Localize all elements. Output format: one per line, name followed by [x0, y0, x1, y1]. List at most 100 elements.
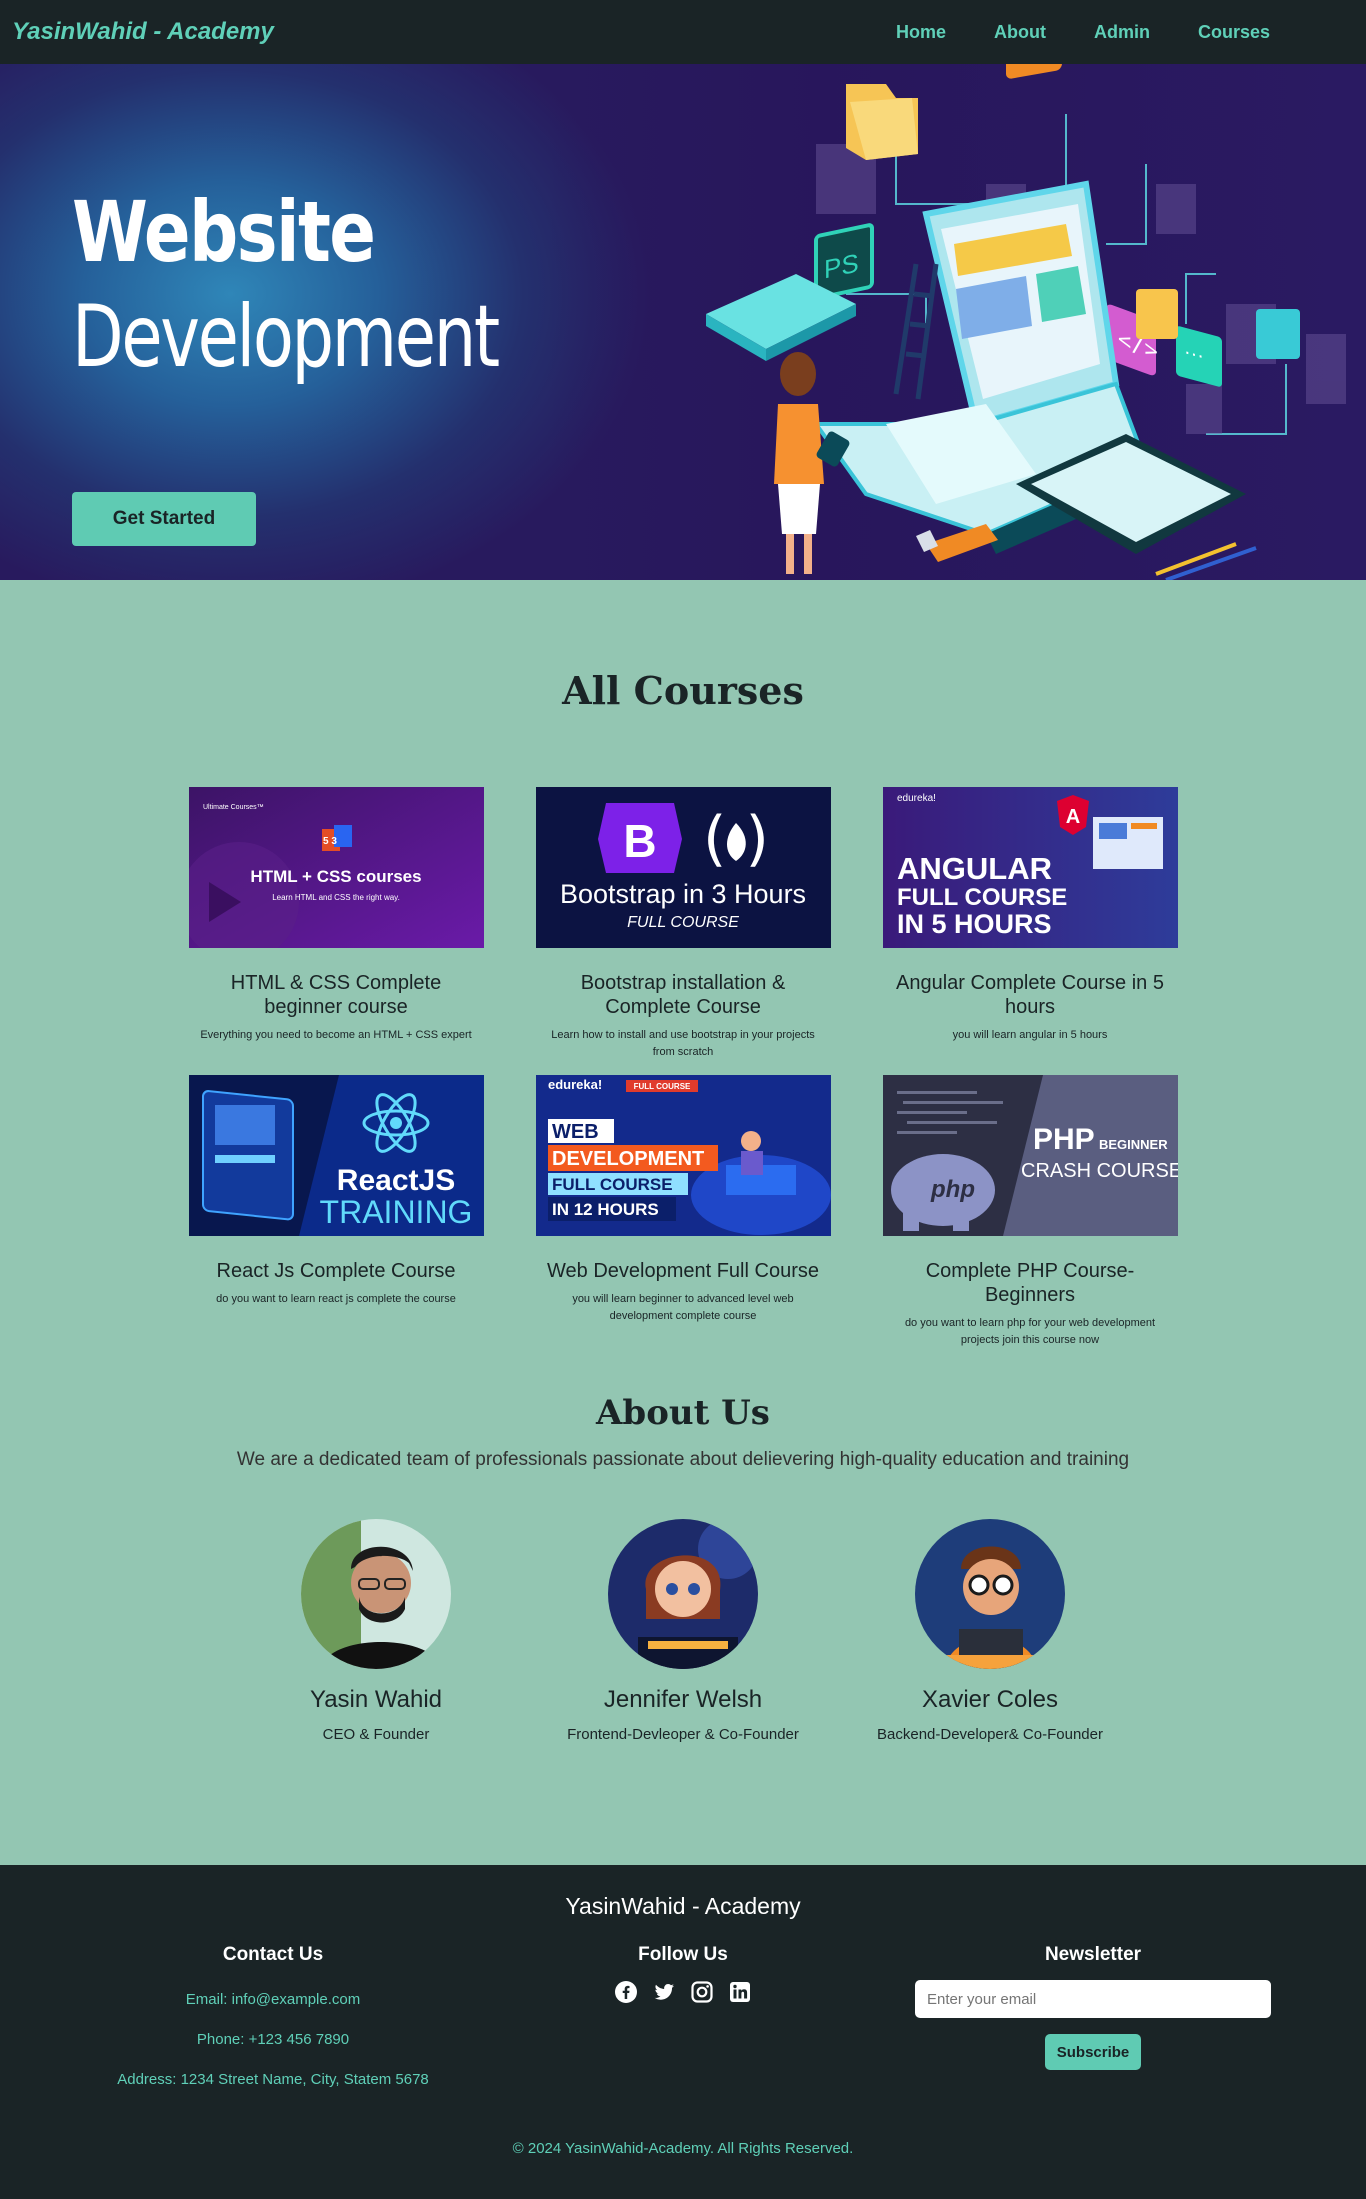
course-card[interactable]: B ( ) Bootstrap in 3 Hours FULL COURSE B…: [535, 787, 831, 1061]
hero-title-line2: Development: [72, 287, 500, 387]
course-thumbnail[interactable]: edureka! FULL COURSE WEB DEVELOPMENT FUL…: [535, 1075, 831, 1236]
hero-illustration: Ai </> ··· PS: [706, 64, 1346, 580]
brand-logo[interactable]: YasinWahid - Academy: [12, 18, 274, 46]
course-card[interactable]: php PHP BEGINNER CRASH COURSE Complete P…: [882, 1075, 1182, 1349]
course-description: do you want to learn react js complete t…: [216, 1293, 456, 1305]
newsletter-email-input[interactable]: [915, 1980, 1271, 2018]
contact-address: Address: 1234 Street Name, City, Statem …: [117, 2071, 429, 2088]
instagram-icon[interactable]: [690, 1980, 714, 2004]
course-title[interactable]: Complete PHP Course- Beginners: [883, 1259, 1178, 1307]
svg-text:A: A: [1065, 806, 1079, 828]
svg-text:edureka!: edureka!: [897, 793, 936, 804]
svg-text:FULL COURSE: FULL COURSE: [627, 914, 739, 931]
about-heading: About Us: [596, 1393, 770, 1433]
course-card[interactable]: Ultimate Courses™ 5 3 HTML + CSS courses…: [178, 787, 484, 1061]
photoshop-icon: PS: [814, 223, 874, 300]
get-started-button[interactable]: Get Started: [72, 492, 256, 546]
newsletter-column: Newsletter Subscribe: [903, 1944, 1283, 2100]
hero-heading: Website Development: [72, 182, 618, 392]
folder-icon: [846, 84, 918, 160]
contact-heading: Contact Us: [222, 1944, 324, 1965]
course-card[interactable]: edureka! FULL COURSE WEB DEVELOPMENT FUL…: [535, 1075, 831, 1349]
svg-text:DEVELOPMENT: DEVELOPMENT: [552, 1148, 704, 1170]
chat-icon: ···: [1176, 326, 1222, 387]
social-links: [493, 1980, 873, 2004]
nav-link-courses[interactable]: Courses: [1198, 22, 1270, 43]
member-name: Jennifer Welsh: [603, 1686, 763, 1713]
svg-text:IN 5 HOURS: IN 5 HOURS: [897, 909, 1052, 939]
course-description: Learn how to install and use bootstrap i…: [551, 1029, 815, 1058]
member-role: CEO & Founder: [322, 1726, 430, 1743]
nav-link-about[interactable]: About: [994, 22, 1046, 43]
course-description: you will learn angular in 5 hours: [952, 1029, 1108, 1041]
svg-text:php: php: [930, 1176, 975, 1203]
course-title[interactable]: HTML & CSS Complete beginner course: [189, 971, 484, 1019]
footer-brand: YasinWahid - Academy: [565, 1893, 801, 1919]
linkedin-icon[interactable]: [728, 1980, 752, 2004]
follow-heading: Follow Us: [638, 1944, 728, 1965]
svg-text:CRASH COURSE: CRASH COURSE: [1021, 1160, 1178, 1182]
svg-text:IN 12 HOURS: IN 12 HOURS: [552, 1200, 659, 1219]
team-member: Yasin Wahid CEO & Founder: [226, 1519, 526, 1743]
course-title[interactable]: Bootstrap installation & Complete Course: [536, 971, 831, 1019]
course-card[interactable]: ReactJS TRAINING React Js Complete Cours…: [188, 1075, 484, 1349]
course-description: Everything you need to become an HTML + …: [200, 1029, 472, 1041]
course-thumbnail[interactable]: Ultimate Courses™ 5 3 HTML + CSS courses…: [178, 787, 484, 962]
svg-text:B: B: [623, 815, 656, 867]
contact-email[interactable]: Email: info@example.com: [83, 1980, 463, 2020]
nav-link-home[interactable]: Home: [896, 22, 946, 43]
illustrator-icon: Ai: [1006, 64, 1062, 79]
team-member: Xavier Coles Backend-Developer& Co-Found…: [840, 1519, 1140, 1743]
hero-banner: Website Development Get Started </> ··· …: [0, 64, 1366, 580]
svg-text:Ultimate Courses™: Ultimate Courses™: [203, 804, 264, 811]
svg-text:FULL COURSE: FULL COURSE: [633, 1082, 690, 1091]
svg-text:HTML + CSS courses: HTML + CSS courses: [250, 867, 421, 886]
svg-text:WEB: WEB: [552, 1121, 599, 1143]
svg-text:Bootstrap in 3 Hours: Bootstrap in 3 Hours: [559, 879, 805, 909]
nav-links: Home About Admin Courses: [896, 22, 1270, 43]
subscribe-button[interactable]: Subscribe: [1045, 2034, 1141, 2070]
twitter-icon[interactable]: [652, 1980, 676, 2004]
contact-phone: Phone: +123 456 7890: [196, 2031, 350, 2048]
member-role: Backend-Developer& Co-Founder: [877, 1726, 1103, 1743]
course-thumbnail[interactable]: B ( ) Bootstrap in 3 Hours FULL COURSE: [535, 787, 831, 948]
svg-text:5 3: 5 3: [323, 836, 337, 847]
facebook-icon[interactable]: [614, 1980, 638, 2004]
copyright-text: © 2024 YasinWahid-Academy. All Rights Re…: [512, 2140, 854, 2157]
member-name: Yasin Wahid: [309, 1686, 443, 1713]
course-thumbnail[interactable]: php PHP BEGINNER CRASH COURSE: [882, 1075, 1182, 1236]
woman-illustration: [774, 352, 850, 574]
team-member: Jennifer Welsh Frontend-Devleoper & Co-F…: [533, 1519, 833, 1743]
avatar: [301, 1519, 451, 1669]
avatar: [608, 1519, 758, 1669]
svg-text:edureka!: edureka!: [548, 1077, 602, 1092]
svg-text:ANGULAR: ANGULAR: [897, 851, 1052, 886]
svg-text:ReactJS: ReactJS: [336, 1164, 454, 1197]
svg-text:PHP: PHP: [1033, 1123, 1095, 1156]
avatar: [915, 1519, 1065, 1669]
nav-link-admin[interactable]: Admin: [1094, 22, 1150, 43]
newsletter-heading: Newsletter: [1044, 1944, 1142, 1965]
hero-title-line1: Website: [72, 183, 376, 281]
top-navbar: YasinWahid - Academy Home About Admin Co…: [0, 0, 1366, 64]
course-title[interactable]: Web Development Full Course: [536, 1259, 831, 1283]
course-thumbnail[interactable]: edureka! A ANGULAR FULL COURSE IN 5 HOUR…: [882, 787, 1178, 948]
team-list: Yasin Wahid CEO & Founder Jennifer Welsh…: [226, 1519, 1140, 1743]
footer-columns: Contact Us Email: info@example.com Phone…: [83, 1944, 1283, 2100]
course-description: do you want to learn php for your web de…: [904, 1317, 1156, 1346]
svg-text:FULL COURSE: FULL COURSE: [552, 1175, 673, 1194]
course-card[interactable]: edureka! A ANGULAR FULL COURSE IN 5 HOUR…: [882, 787, 1178, 1061]
courses-heading: All Courses: [562, 668, 804, 713]
svg-text:BEGINNER: BEGINNER: [1099, 1137, 1168, 1152]
course-thumbnail[interactable]: ReactJS TRAINING: [188, 1075, 484, 1236]
course-description: you will learn beginner to advanced leve…: [572, 1293, 794, 1322]
svg-text:Learn HTML and CSS the right w: Learn HTML and CSS the right way.: [272, 893, 400, 902]
course-title[interactable]: Angular Complete Course in 5 hours: [883, 971, 1178, 1019]
member-name: Xavier Coles: [921, 1686, 1059, 1713]
member-role: Frontend-Devleoper & Co-Founder: [567, 1726, 799, 1743]
course-grid: Ultimate Courses™ 5 3 HTML + CSS courses…: [178, 787, 1182, 1349]
course-title[interactable]: React Js Complete Course: [189, 1259, 484, 1283]
svg-text:TRAINING: TRAINING: [319, 1194, 472, 1230]
follow-column: Follow Us: [493, 1944, 873, 2100]
contact-column: Contact Us Email: info@example.com Phone…: [83, 1944, 463, 2100]
